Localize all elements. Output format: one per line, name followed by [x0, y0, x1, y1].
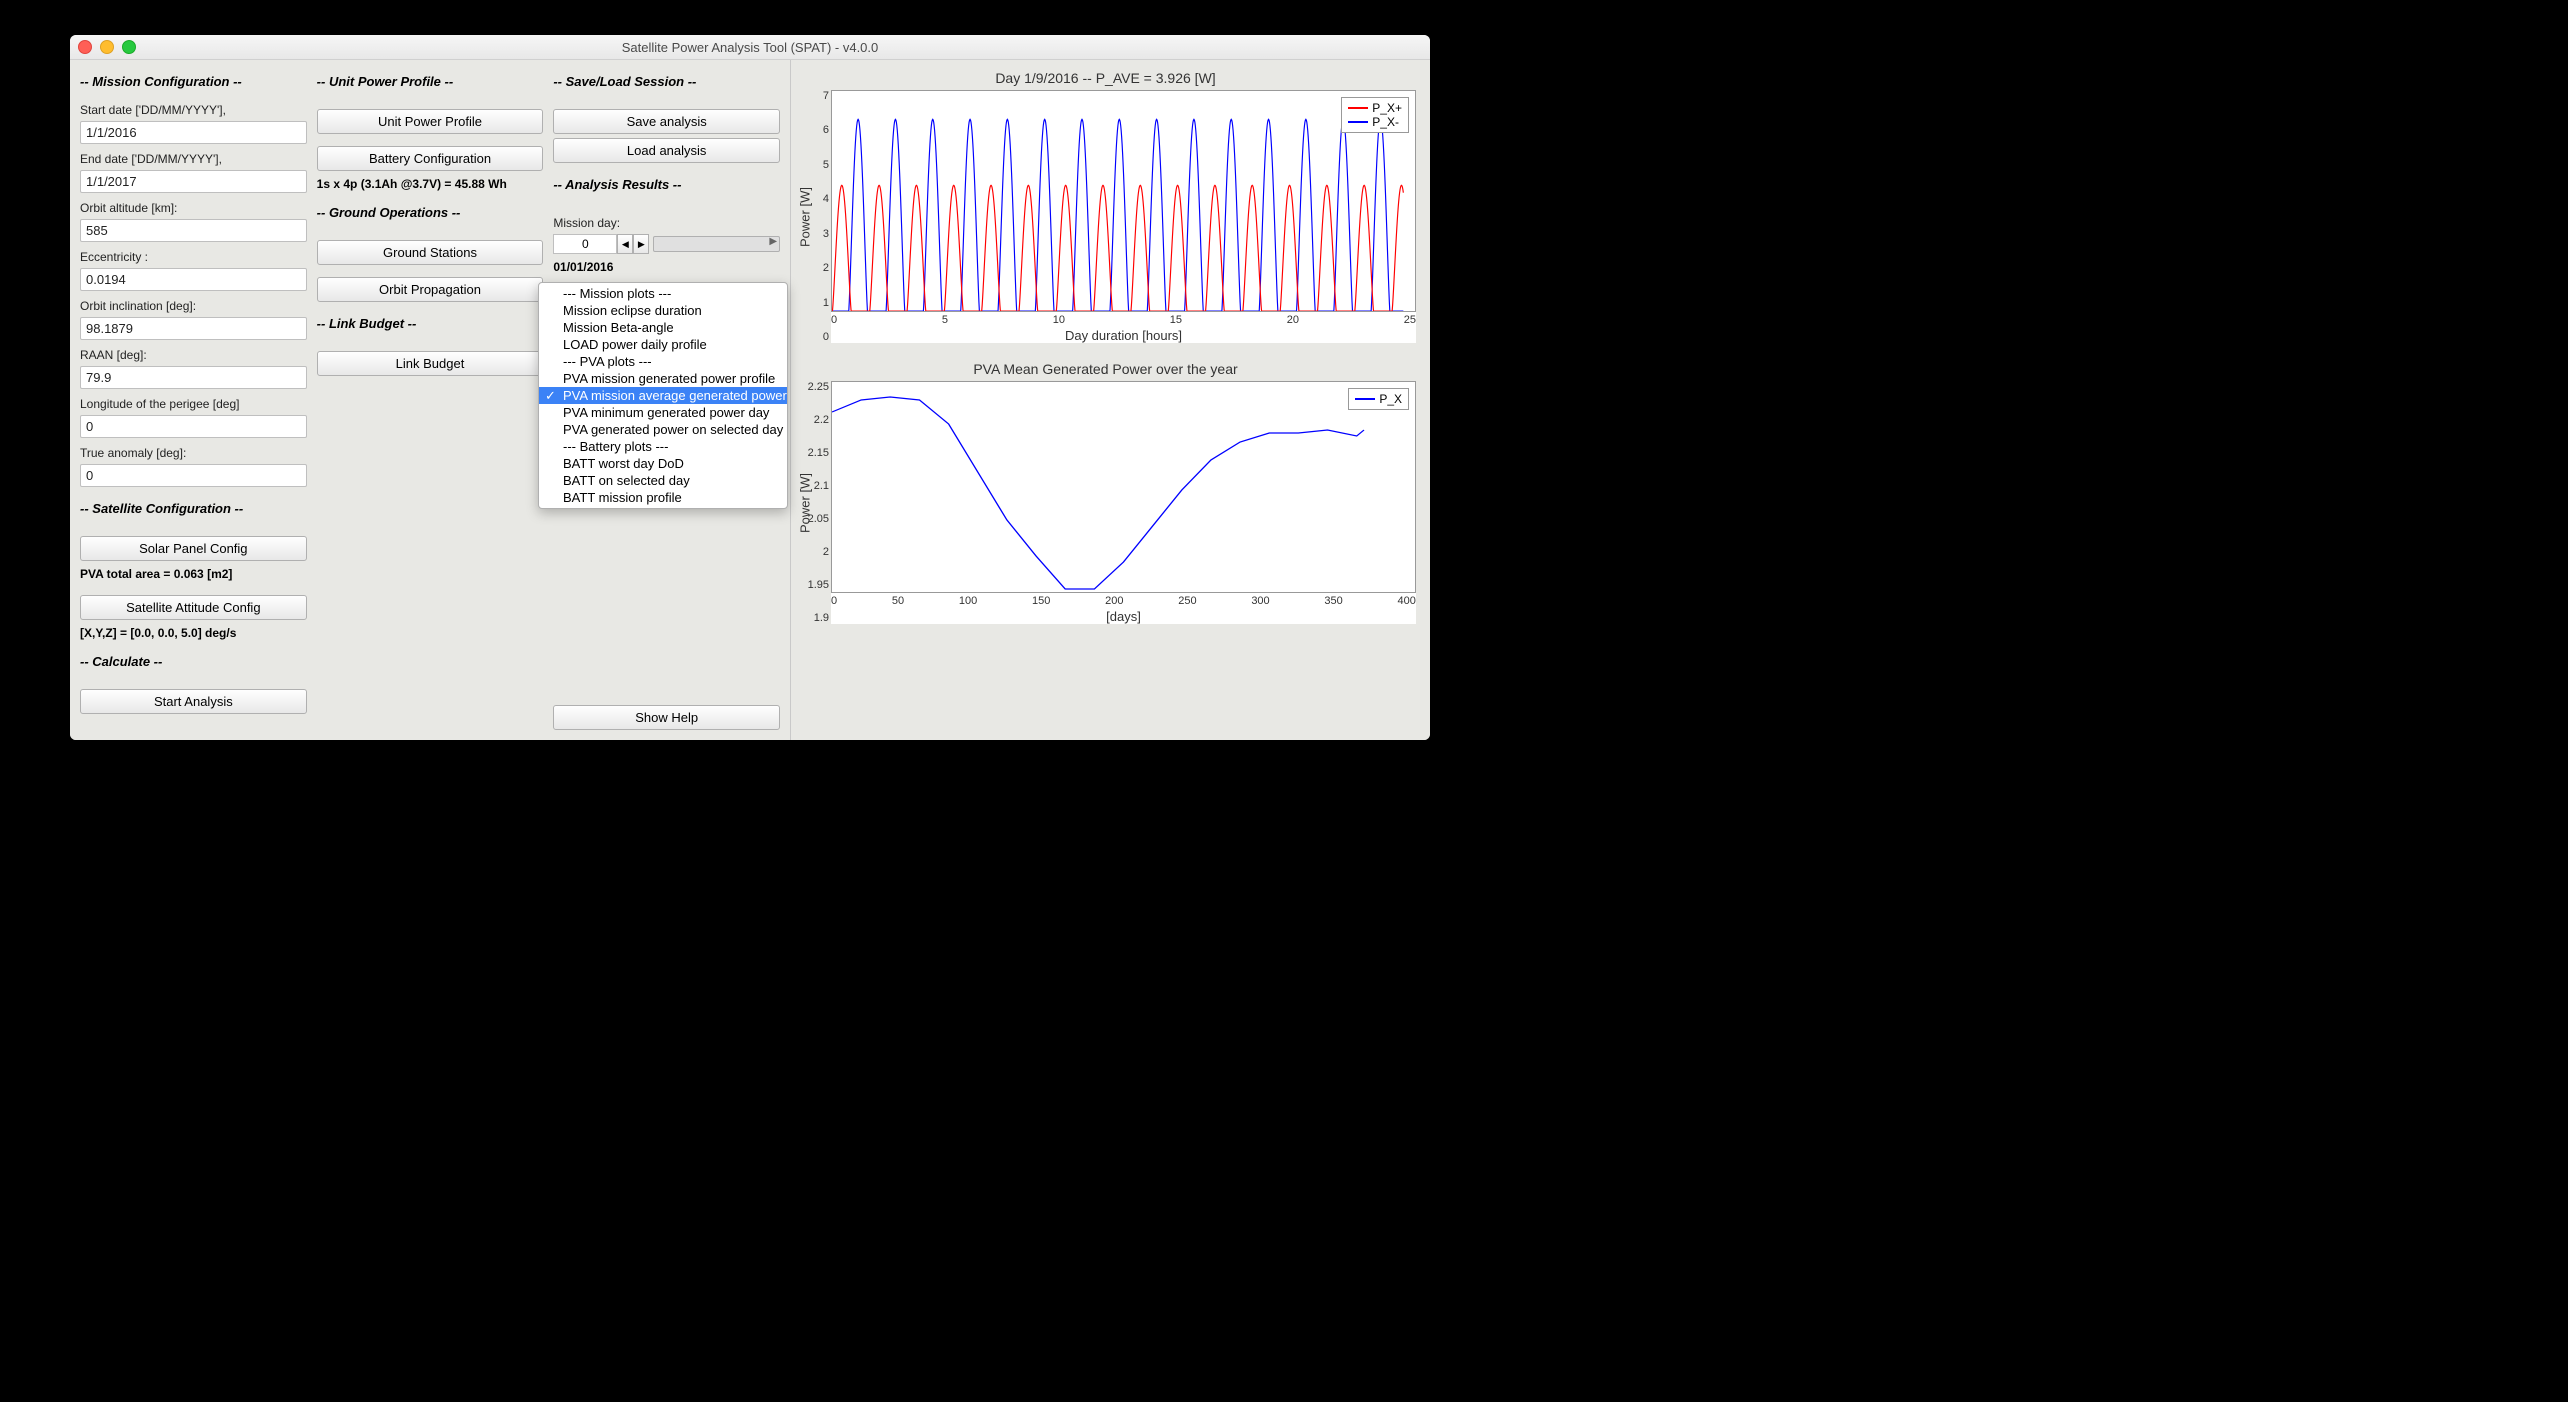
input-inclination[interactable]: [80, 317, 307, 340]
sec-analysis-results: -- Analysis Results --: [553, 177, 780, 192]
show-help-button[interactable]: Show Help: [553, 705, 780, 730]
start-analysis-button[interactable]: Start Analysis: [80, 689, 307, 714]
sec-calculate: -- Calculate --: [80, 654, 307, 669]
sec-mission-config: -- Mission Configuration --: [80, 74, 307, 89]
legend1-b: P_X-: [1372, 115, 1399, 129]
mission-day-increment-icon[interactable]: ▶: [633, 234, 649, 254]
col-unit-power: -- Unit Power Profile -- Unit Power Prof…: [317, 70, 554, 730]
mission-day-slider[interactable]: [653, 236, 780, 252]
label-start-date: Start date ['DD/MM/YYYY'],: [80, 103, 307, 117]
chart1-plot: P_X+ P_X-: [831, 90, 1416, 312]
mission-day-stepper: ◀ ▶: [553, 234, 780, 254]
chart2-yaxis: 2.252.22.152.12.0521.951.9: [801, 381, 829, 624]
chart-yearly-power: Power [W] 2.252.22.152.12.0521.951.9 P_X…: [831, 381, 1416, 624]
window-controls: [78, 40, 136, 54]
zoom-icon[interactable]: [122, 40, 136, 54]
battery-static: 1s x 4p (3.1Ah @3.7V) = 45.88 Wh: [317, 177, 544, 191]
chart1-legend: P_X+ P_X-: [1341, 97, 1409, 133]
label-eccentricity: Eccentricity :: [80, 250, 307, 264]
mission-day-input[interactable]: [553, 234, 617, 254]
unit-power-button[interactable]: Unit Power Profile: [317, 109, 544, 134]
dropdown-item[interactable]: --- Battery plots ---: [539, 438, 787, 455]
chart1-title: Day 1/9/2016 -- P_AVE = 3.926 [W]: [791, 70, 1420, 86]
battery-config-button[interactable]: Battery Configuration: [317, 146, 544, 171]
sec-link-budget: -- Link Budget --: [317, 316, 544, 331]
dropdown-item[interactable]: Mission eclipse duration: [539, 302, 787, 319]
close-icon[interactable]: [78, 40, 92, 54]
attitude-static: [X,Y,Z] = [0.0, 0.0, 5.0] deg/s: [80, 626, 307, 640]
chart-daily-power: Power [W] 76543210 P_X+ P_X- 0510152025 …: [831, 90, 1416, 343]
link-budget-button[interactable]: Link Budget: [317, 351, 544, 376]
mission-day-decrement-icon[interactable]: ◀: [617, 234, 633, 254]
save-button[interactable]: Save analysis: [553, 109, 780, 134]
legend2-a: P_X: [1379, 392, 1402, 406]
col-mission: -- Mission Configuration -- Start date […: [80, 70, 317, 730]
chart1-yaxis: 76543210: [801, 90, 829, 343]
controls-panel: -- Mission Configuration -- Start date […: [70, 60, 791, 740]
window-title: Satellite Power Analysis Tool (SPAT) - v…: [70, 40, 1430, 55]
input-true-anomaly[interactable]: [80, 464, 307, 487]
dropdown-item[interactable]: PVA mission average generated power: [539, 387, 787, 404]
orbit-propagation-button[interactable]: Orbit Propagation: [317, 277, 544, 302]
input-lon-perigee[interactable]: [80, 415, 307, 438]
chart2-plot: P_X: [831, 381, 1416, 593]
dropdown-item[interactable]: BATT on selected day: [539, 472, 787, 489]
pva-area-static: PVA total area = 0.063 [m2]: [80, 567, 307, 581]
chart2-xaxis: 050100150200250300350400: [831, 593, 1416, 607]
chart1-xlabel: Day duration [hours]: [831, 328, 1416, 343]
chart1-xaxis: 0510152025: [831, 312, 1416, 326]
chart2-title: PVA Mean Generated Power over the year: [791, 361, 1420, 377]
main-window: Satellite Power Analysis Tool (SPAT) - v…: [70, 35, 1430, 740]
dropdown-item[interactable]: Mission Beta-angle: [539, 319, 787, 336]
input-end-date[interactable]: [80, 170, 307, 193]
input-start-date[interactable]: [80, 121, 307, 144]
solar-panel-button[interactable]: Solar Panel Config: [80, 536, 307, 561]
plots-dropdown[interactable]: --- Mission plots ---Mission eclipse dur…: [538, 282, 788, 509]
attitude-button[interactable]: Satellite Attitude Config: [80, 595, 307, 620]
input-orbit-alt[interactable]: [80, 219, 307, 242]
dropdown-item[interactable]: BATT worst day DoD: [539, 455, 787, 472]
chart2-xlabel: [days]: [831, 609, 1416, 624]
charts-panel: Day 1/9/2016 -- P_AVE = 3.926 [W] Power …: [791, 60, 1430, 740]
dropdown-item[interactable]: PVA generated power on selected day: [539, 421, 787, 438]
load-button[interactable]: Load analysis: [553, 138, 780, 163]
input-eccentricity[interactable]: [80, 268, 307, 291]
sec-save-load: -- Save/Load Session --: [553, 74, 780, 89]
mission-day-date: 01/01/2016: [553, 260, 780, 274]
chart2-legend: P_X: [1348, 388, 1409, 410]
legend1-a: P_X+: [1372, 101, 1402, 115]
label-mission-day: Mission day:: [553, 216, 780, 230]
label-orbit-alt: Orbit altitude [km]:: [80, 201, 307, 215]
titlebar: Satellite Power Analysis Tool (SPAT) - v…: [70, 35, 1430, 60]
dropdown-item[interactable]: BATT mission profile: [539, 489, 787, 506]
minimize-icon[interactable]: [100, 40, 114, 54]
dropdown-item[interactable]: --- PVA plots ---: [539, 353, 787, 370]
dropdown-item[interactable]: --- Mission plots ---: [539, 285, 787, 302]
label-true-anomaly: True anomaly [deg]:: [80, 446, 307, 460]
dropdown-item[interactable]: PVA mission generated power profile: [539, 370, 787, 387]
input-raan[interactable]: [80, 366, 307, 389]
dropdown-item[interactable]: LOAD power daily profile: [539, 336, 787, 353]
dropdown-item[interactable]: PVA minimum generated power day: [539, 404, 787, 421]
label-lon-perigee: Longitude of the perigee [deg]: [80, 397, 307, 411]
sec-ground-ops: -- Ground Operations --: [317, 205, 544, 220]
label-end-date: End date ['DD/MM/YYYY'],: [80, 152, 307, 166]
content: -- Mission Configuration -- Start date […: [70, 60, 1430, 740]
sec-unit-power: -- Unit Power Profile --: [317, 74, 544, 89]
label-raan: RAAN [deg]:: [80, 348, 307, 362]
sec-satellite-config: -- Satellite Configuration --: [80, 501, 307, 516]
label-inclination: Orbit inclination [deg]:: [80, 299, 307, 313]
ground-stations-button[interactable]: Ground Stations: [317, 240, 544, 265]
